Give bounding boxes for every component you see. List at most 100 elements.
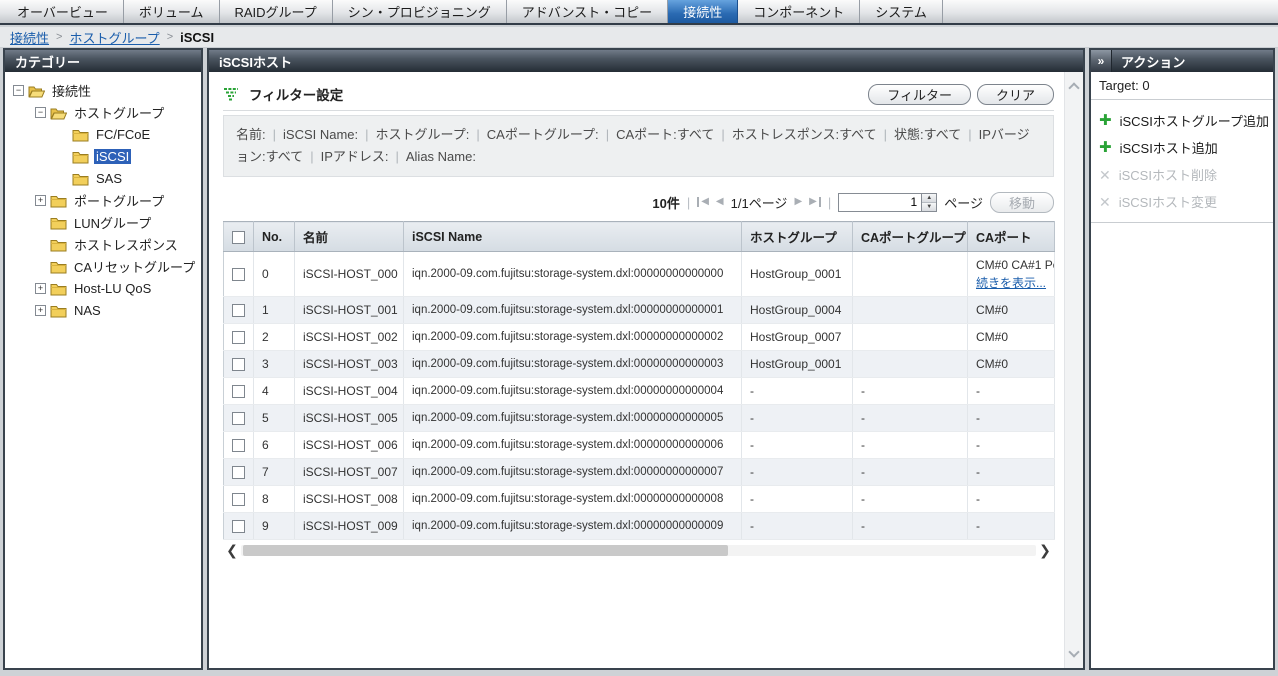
show-more-link[interactable]: 続きを表示... (976, 276, 1046, 290)
row-checkbox[interactable] (232, 493, 245, 506)
tab-8[interactable]: システム (860, 0, 943, 23)
first-page-icon[interactable]: ◀ (697, 197, 709, 207)
cell-no: 1 (254, 297, 295, 324)
cell-name: iSCSI-HOST_001 (295, 297, 404, 324)
cell-host-group: - (742, 378, 853, 405)
cross-icon: ✕ (1099, 168, 1111, 182)
breadcrumb-item-1[interactable]: 接続性 (10, 28, 49, 47)
tree-item-nas[interactable]: +NAS (5, 301, 201, 320)
breadcrumb-item-3: iSCSI (180, 30, 214, 45)
cell-iscsi-name: iqn.2000-09.com.fujitsu:storage-system.d… (404, 432, 742, 459)
filter-divider (223, 110, 1054, 111)
prev-page-icon[interactable]: ◀ (716, 197, 724, 207)
closed-folder-icon (50, 282, 67, 296)
scroll-left-icon[interactable]: ❮ (223, 542, 241, 559)
page-label: ページ (944, 193, 983, 212)
tree-item-label: Host-LU QoS (72, 281, 153, 296)
col-header-ca-port-group: CAポートグループ (853, 222, 968, 252)
tree-item-ca-[interactable]: CAリセットグループ (5, 257, 201, 276)
tab-7[interactable]: コンポーネント (738, 0, 860, 23)
row-checkbox[interactable] (232, 466, 245, 479)
criteria-item: 状態:すべて (894, 127, 961, 142)
pagination-bar: 10件 | ◀ ◀ 1/1ページ ▶ ▶ | ▲ ▼ ページ 移動 (223, 191, 1054, 213)
last-page-icon[interactable]: ▶ (809, 197, 821, 207)
tab-3[interactable]: RAIDグループ (220, 0, 333, 23)
action-iscsi-[interactable]: ✚iSCSIホスト追加 (1091, 134, 1273, 161)
tab-4[interactable]: シン・プロビジョニング (333, 0, 507, 23)
scroll-down-icon[interactable] (1068, 646, 1079, 657)
target-count: Target: 0 (1091, 72, 1273, 100)
breadcrumb-item-2[interactable]: ホストグループ (69, 28, 159, 47)
collapse-panel-button[interactable]: » (1091, 50, 1112, 72)
clear-button[interactable]: クリア (977, 84, 1054, 105)
row-checkbox[interactable] (232, 304, 245, 317)
horizontal-scrollbar[interactable]: ❮ ❯ (223, 542, 1054, 559)
expand-toggle-icon[interactable]: + (35, 305, 46, 316)
row-checkbox[interactable] (232, 358, 245, 371)
action-iscsi-[interactable]: ✚iSCSIホストグループ追加 (1091, 107, 1273, 134)
table-row: 8iSCSI-HOST_008iqn.2000-09.com.fujitsu:s… (224, 486, 1055, 513)
row-select-cell (224, 351, 254, 378)
filter-button[interactable]: フィルター (868, 84, 971, 105)
cell-ca-port: CM#0 (968, 351, 1055, 378)
tree-item-label: SAS (94, 171, 124, 186)
row-checkbox[interactable] (232, 268, 245, 281)
table-row: 0iSCSI-HOST_000iqn.2000-09.com.fujitsu:s… (224, 252, 1055, 297)
tree-item-fc-fcoe[interactable]: FC/FCoE (5, 125, 201, 144)
criteria-item: CAポート:すべて (616, 127, 714, 142)
table-row: 9iSCSI-HOST_009iqn.2000-09.com.fujitsu:s… (224, 513, 1055, 540)
tree-item--[interactable]: ホストレスポンス (5, 235, 201, 254)
cell-host-group: HostGroup_0007 (742, 324, 853, 351)
closed-folder-icon (50, 304, 67, 318)
tab-5[interactable]: アドバンスト・コピー (507, 0, 668, 23)
select-all-checkbox[interactable] (232, 231, 245, 244)
tree-item-host-lu-qos[interactable]: + Host-LU QoS (5, 279, 201, 298)
cell-host-group: HostGroup_0001 (742, 252, 853, 297)
tree-item--[interactable]: +ポートグループ (5, 191, 201, 210)
expand-toggle-icon[interactable]: + (35, 195, 46, 206)
action-list-divider (1091, 222, 1273, 223)
iscsi-host-panel-title: iSCSIホスト (219, 52, 292, 71)
cell-no: 8 (254, 486, 295, 513)
go-button[interactable]: 移動 (990, 192, 1054, 213)
tree-item-label: ホストレスポンス (72, 235, 180, 254)
table-row: 7iSCSI-HOST_007iqn.2000-09.com.fujitsu:s… (224, 459, 1055, 486)
stepper-up-icon[interactable]: ▲ (922, 194, 936, 203)
row-select-cell (224, 297, 254, 324)
vertical-scrollbar[interactable] (1064, 72, 1083, 668)
page-number-input[interactable] (838, 193, 922, 212)
cell-iscsi-name: iqn.2000-09.com.fujitsu:storage-system.d… (404, 252, 742, 297)
table-header-row: No. 名前 iSCSI Name ホストグループ CAポートグループ CAポー… (224, 222, 1055, 252)
tree-item-iscsi[interactable]: iSCSI (5, 147, 201, 166)
tab-2[interactable]: ボリューム (124, 0, 220, 23)
row-checkbox[interactable] (232, 331, 245, 344)
stepper-down-icon[interactable]: ▼ (922, 203, 936, 211)
next-page-icon[interactable]: ▶ (794, 197, 802, 207)
cell-ca-port: CM#0 (968, 297, 1055, 324)
tree-item-lun-[interactable]: LUNグループ (5, 213, 201, 232)
expand-toggle-icon[interactable]: + (35, 283, 46, 294)
scroll-right-icon[interactable]: ❯ (1036, 542, 1054, 559)
scroll-up-icon[interactable] (1068, 82, 1079, 93)
tree-item--[interactable]: −接続性 (5, 81, 201, 100)
collapse-toggle-icon[interactable]: − (35, 107, 46, 118)
cell-ca-port-group: - (853, 486, 968, 513)
row-checkbox[interactable] (232, 439, 245, 452)
collapse-toggle-icon[interactable]: − (13, 85, 24, 96)
tree-item--[interactable]: −ホストグループ (5, 103, 201, 122)
row-checkbox[interactable] (232, 520, 245, 533)
horizontal-scroll-thumb[interactable] (243, 545, 728, 556)
select-all-header (224, 222, 254, 252)
page-number-stepper[interactable]: ▲ ▼ (922, 193, 937, 212)
row-checkbox[interactable] (232, 385, 245, 398)
col-header-name: 名前 (295, 222, 404, 252)
cell-ca-port-group: - (853, 513, 968, 540)
tab-1[interactable]: オーバービュー (2, 0, 124, 23)
cell-ca-port-group (853, 351, 968, 378)
row-checkbox[interactable] (232, 412, 245, 425)
cell-ca-port-group: - (853, 378, 968, 405)
open-folder-icon (28, 84, 45, 98)
horizontal-scroll-track[interactable] (241, 545, 1036, 556)
tab-6[interactable]: 接続性 (668, 0, 738, 23)
tree-item-sas[interactable]: SAS (5, 169, 201, 188)
